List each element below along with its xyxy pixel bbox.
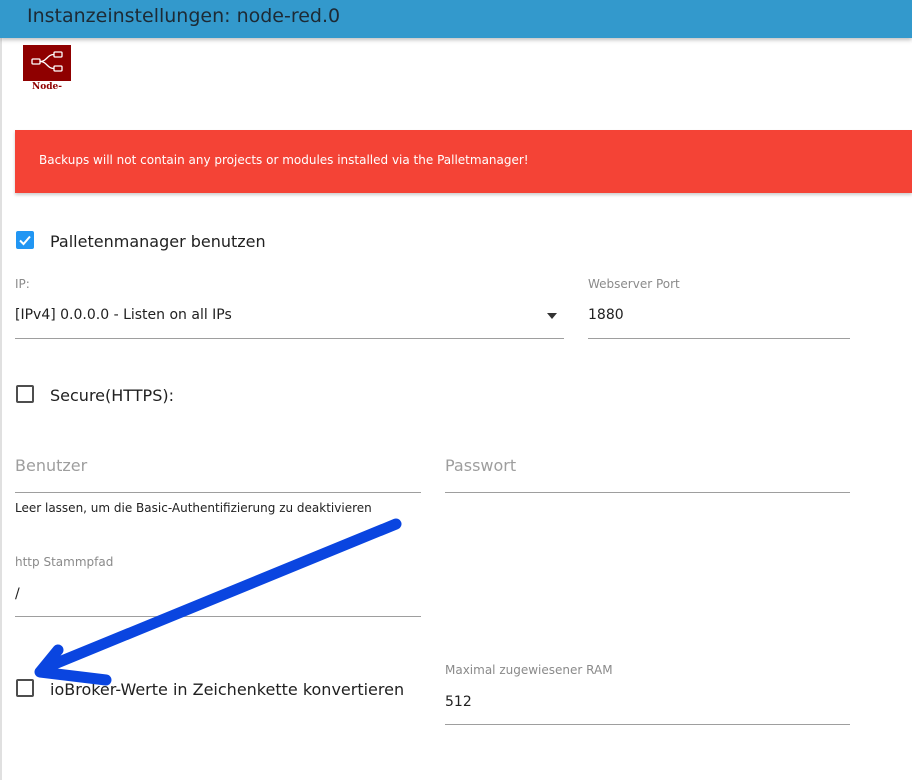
annotation-arrow-icon	[34, 518, 402, 686]
